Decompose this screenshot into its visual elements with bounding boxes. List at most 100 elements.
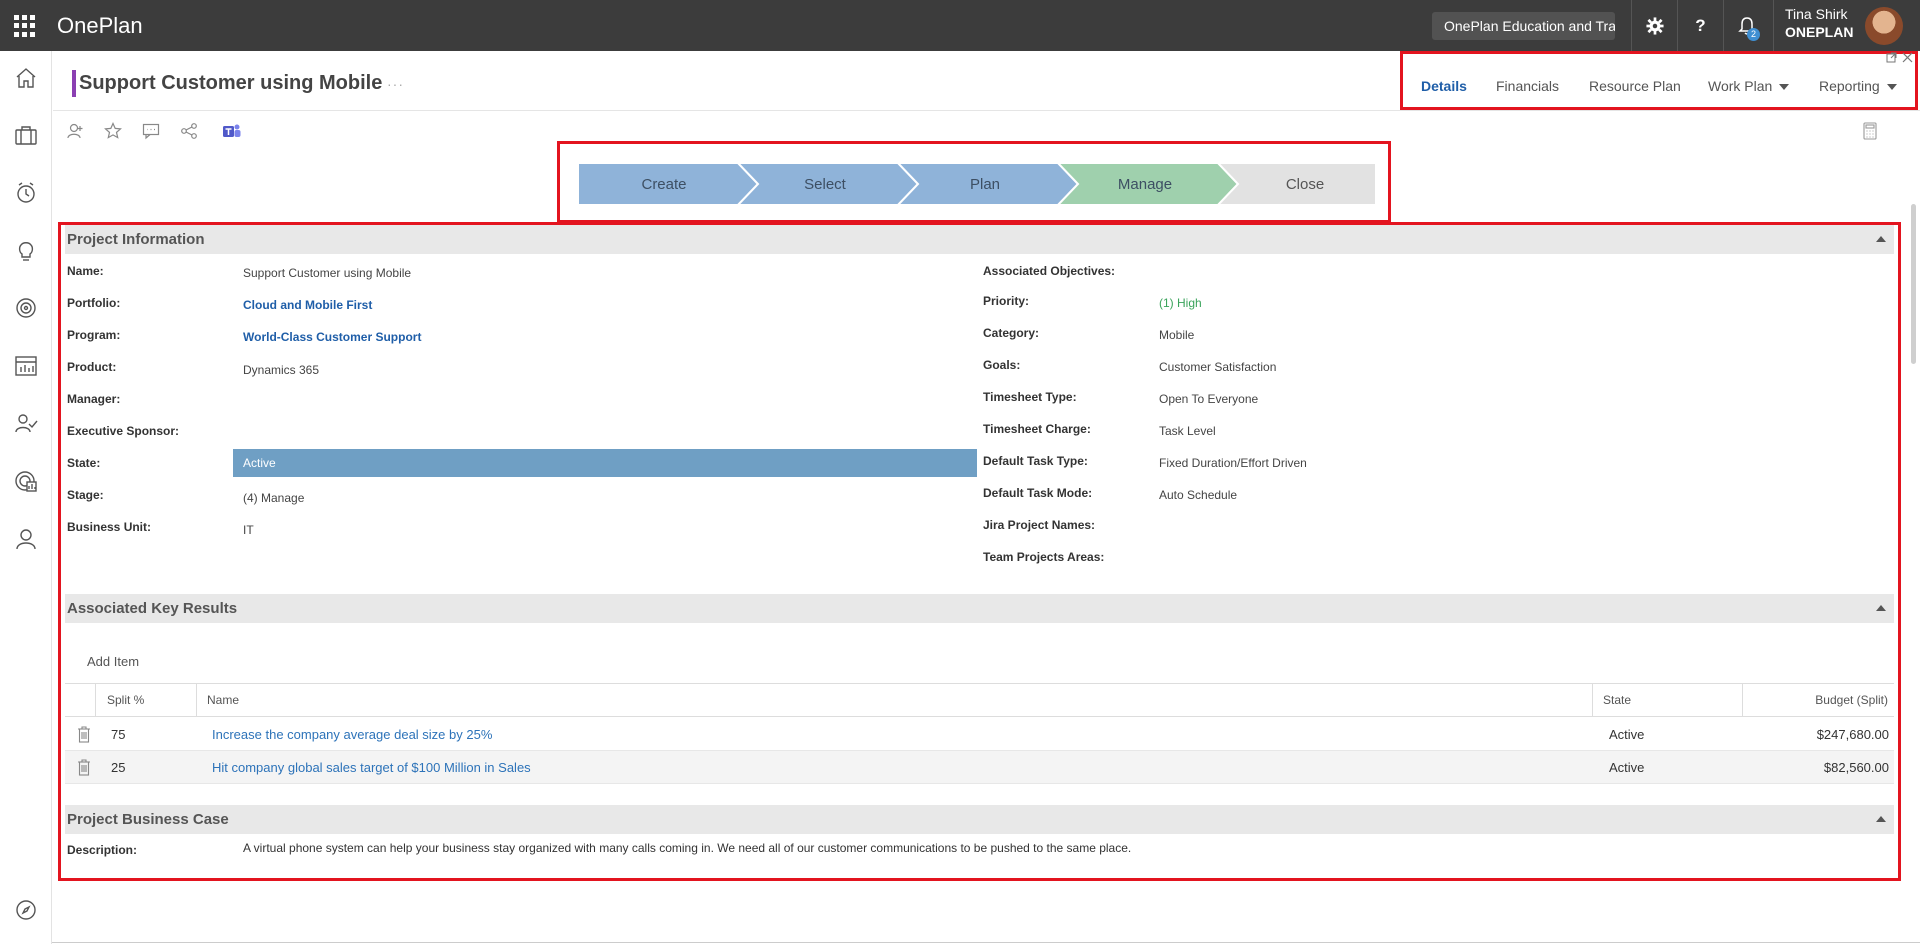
popout-icon[interactable]	[1886, 52, 1897, 63]
resources-icon[interactable]	[12, 409, 40, 437]
tab-work-plan-label: Work Plan	[1708, 78, 1773, 94]
field-value-category[interactable]: Mobile	[1159, 328, 1194, 342]
settings-icon[interactable]	[1631, 0, 1677, 51]
column-split[interactable]: Split %	[95, 684, 196, 717]
left-nav	[0, 51, 52, 944]
chevron-down-icon	[1886, 84, 1897, 91]
stage-close-label: Close	[1286, 176, 1324, 193]
cell-state: Active	[1609, 760, 1645, 775]
field-label-default-task-mode: Default Task Mode:	[983, 486, 1093, 500]
field-value-product[interactable]: Dynamics 365	[243, 363, 319, 377]
tab-resource-plan[interactable]: Resource Plan	[1589, 78, 1681, 94]
help-icon[interactable]: ?	[1677, 0, 1723, 51]
cell-state: Active	[1609, 727, 1645, 742]
portfolio-icon[interactable]	[12, 121, 40, 149]
field-label-description: Description:	[67, 843, 138, 857]
section-title: Project Business Case	[67, 811, 229, 828]
field-value-timesheet-charge[interactable]: Task Level	[1159, 424, 1216, 438]
column-name[interactable]: Name	[196, 684, 1592, 717]
field-value-program[interactable]: World-Class Customer Support	[243, 330, 421, 344]
column-state[interactable]: State	[1592, 684, 1742, 717]
stage-plan[interactable]: Plan	[896, 163, 1080, 205]
profile-icon[interactable]	[12, 525, 40, 553]
top-bar: OnePlan OnePlan Education and Trai ? 2 T…	[0, 0, 1920, 51]
field-label-jira-project-names: Jira Project Names:	[983, 518, 1096, 532]
field-label-priority: Priority:	[983, 294, 1030, 308]
teams-icon[interactable]	[222, 122, 242, 145]
cell-budget: $247,680.00	[1816, 727, 1889, 742]
ideas-icon[interactable]	[12, 237, 40, 265]
app-brand[interactable]: OnePlan	[57, 13, 143, 39]
field-label-timesheet-charge: Timesheet Charge:	[983, 422, 1091, 436]
avatar[interactable]	[1865, 7, 1903, 45]
stage-select[interactable]: Select	[736, 163, 920, 205]
user-org: ONEPLAN	[1785, 24, 1854, 40]
more-options-icon[interactable]: ···	[387, 76, 404, 92]
tab-strip: Details Financials Resource Plan Work Pl…	[1400, 51, 1918, 110]
section-project-information[interactable]: Project Information	[65, 225, 1894, 254]
notifications-icon[interactable]: 2	[1723, 0, 1769, 51]
field-label-team-projects-areas: Team Projects Areas:	[983, 550, 1105, 564]
field-value-default-task-mode[interactable]: Auto Schedule	[1159, 488, 1237, 502]
field-value-state[interactable]: Active	[233, 449, 977, 477]
field-value-timesheet-type[interactable]: Open To Everyone	[1159, 392, 1258, 406]
favorite-star-icon[interactable]	[104, 122, 122, 145]
collapse-icon[interactable]	[1876, 605, 1886, 611]
stage-close[interactable]: Close	[1216, 163, 1377, 205]
stage-manage[interactable]: Manage	[1056, 163, 1240, 205]
tab-reporting[interactable]: Reporting	[1819, 78, 1897, 94]
section-associated-key-results[interactable]: Associated Key Results	[65, 594, 1894, 623]
objectives-icon[interactable]	[12, 294, 40, 322]
table-row: 75 Increase the company average deal siz…	[65, 718, 1894, 751]
column-budget[interactable]: Budget (Split)	[1742, 684, 1894, 717]
stage-create[interactable]: Create	[578, 163, 760, 205]
compass-icon[interactable]	[12, 896, 40, 924]
field-value-description[interactable]: A virtual phone system can help your bus…	[243, 841, 1131, 855]
section-project-business-case[interactable]: Project Business Case	[65, 805, 1894, 834]
collapse-icon[interactable]	[1876, 816, 1886, 822]
collapse-icon[interactable]	[1876, 236, 1886, 242]
tab-details[interactable]: Details	[1421, 78, 1467, 94]
title-accent-bar	[72, 70, 76, 97]
section-title: Project Information	[67, 231, 205, 248]
stage-select-label: Select	[804, 176, 847, 193]
key-result-link[interactable]: Hit company global sales target of $100 …	[212, 751, 531, 784]
field-label-program: Program:	[67, 328, 121, 342]
field-value-goals[interactable]: Customer Satisfaction	[1159, 360, 1276, 374]
vertical-scrollbar[interactable]	[1911, 204, 1916, 364]
key-result-link[interactable]: Increase the company average deal size b…	[212, 718, 492, 751]
app-launcher-icon[interactable]	[14, 15, 36, 37]
field-value-default-task-type[interactable]: Fixed Duration/Effort Driven	[1159, 456, 1307, 470]
field-value-priority[interactable]: (1) High	[1159, 296, 1202, 310]
field-value-name[interactable]: Support Customer using Mobile	[243, 266, 411, 280]
tab-work-plan[interactable]: Work Plan	[1708, 78, 1790, 94]
cell-split: 75	[111, 727, 126, 742]
comment-icon[interactable]	[142, 122, 160, 145]
user-menu[interactable]: Tina Shirk ONEPLAN	[1773, 0, 1853, 51]
field-label-category: Category:	[983, 326, 1040, 340]
analytics-icon[interactable]	[12, 467, 40, 495]
notification-badge: 2	[1747, 28, 1760, 41]
field-value-business-unit[interactable]: IT	[243, 523, 254, 537]
stage-progress: Create Select Plan Manage Close	[578, 163, 1377, 205]
cell-budget: $82,560.00	[1823, 760, 1889, 775]
window-controls	[1886, 52, 1914, 66]
tab-financials[interactable]: Financials	[1496, 78, 1559, 94]
share-icon[interactable]	[180, 122, 198, 145]
delete-icon[interactable]	[77, 759, 91, 779]
home-icon[interactable]	[12, 64, 40, 92]
calculator-icon[interactable]	[1862, 122, 1878, 145]
assign-user-icon[interactable]	[66, 122, 84, 145]
reports-icon[interactable]	[12, 352, 40, 380]
add-item-button[interactable]: Add Item	[87, 654, 139, 669]
chevron-down-icon	[1779, 84, 1790, 91]
field-value-stage[interactable]: (4) Manage	[243, 491, 304, 505]
field-label-business-unit: Business Unit:	[67, 520, 152, 534]
field-value-portfolio[interactable]: Cloud and Mobile First	[243, 298, 372, 312]
bottom-divider	[52, 942, 1920, 943]
timesheet-icon[interactable]	[12, 179, 40, 207]
delete-icon[interactable]	[77, 726, 91, 746]
org-selector[interactable]: OnePlan Education and Trai	[1432, 12, 1615, 40]
field-label-state: State:	[67, 456, 101, 470]
close-icon[interactable]	[1902, 52, 1913, 63]
